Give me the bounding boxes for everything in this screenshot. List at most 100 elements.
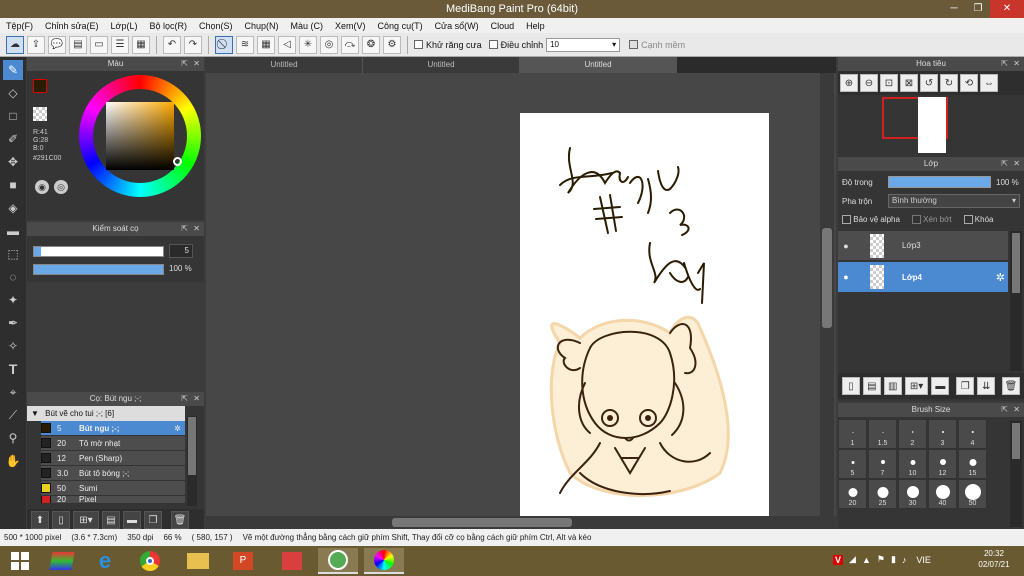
- rectangle-tool-icon[interactable]: □: [3, 106, 23, 126]
- close-icon[interactable]: ✕: [1013, 57, 1020, 71]
- ellipse-snap-icon[interactable]: ❂: [362, 35, 380, 54]
- select-pen-icon[interactable]: ✒: [3, 313, 23, 333]
- brush-item[interactable]: 5 Bút ngu ;-; ✲: [41, 421, 185, 436]
- select-eraser-icon[interactable]: ✧: [3, 336, 23, 356]
- layer-row-selected[interactable]: ● Lớp4 ✲: [838, 262, 1008, 292]
- clip-studio-icon[interactable]: [318, 548, 358, 574]
- magic-wand-icon[interactable]: ✦: [3, 290, 23, 310]
- menu-help[interactable]: Help: [526, 21, 545, 31]
- hand-tool-icon[interactable]: ✋: [3, 451, 23, 471]
- brush-size-cell[interactable]: 4: [958, 419, 987, 449]
- brush-item[interactable]: 50 Sumi: [41, 481, 185, 496]
- layer-opacity-slider[interactable]: [888, 176, 991, 188]
- brush-opacity-slider[interactable]: [33, 264, 164, 275]
- cloud-icon[interactable]: ☁: [6, 35, 24, 54]
- brush-size-cell[interactable]: 1.5: [868, 419, 897, 449]
- close-button[interactable]: ✕: [990, 0, 1024, 18]
- lasso-tool-icon[interactable]: ◌: [3, 267, 23, 287]
- brush-size-cell[interactable]: 2: [898, 419, 927, 449]
- transparent-color-swatch[interactable]: [33, 107, 47, 121]
- minimize-button[interactable]: ─: [941, 0, 967, 18]
- document-icon[interactable]: ▤: [102, 511, 120, 529]
- maximize-button[interactable]: ❐: [965, 0, 991, 18]
- file-explorer-icon[interactable]: [178, 548, 218, 574]
- close-icon[interactable]: ✕: [1013, 403, 1020, 417]
- language-indicator[interactable]: VIE: [916, 555, 931, 565]
- clipping-checkbox[interactable]: [911, 215, 921, 225]
- pen-tool-icon[interactable]: ✐: [3, 129, 23, 149]
- menu-snap[interactable]: Chụp(N): [245, 21, 279, 31]
- brush-size-cell[interactable]: 1: [838, 419, 867, 449]
- network-icon[interactable]: ▮: [891, 554, 896, 565]
- copy-icon[interactable]: ❐: [144, 511, 162, 529]
- brush-size-slider[interactable]: [33, 246, 164, 257]
- bucket-tool-icon[interactable]: ◈: [3, 198, 23, 218]
- brush-item[interactable]: 20 Pixel: [41, 496, 185, 504]
- add-layer-menu-icon[interactable]: ⊞▾: [904, 377, 929, 395]
- comment-icon[interactable]: 💬: [48, 35, 66, 54]
- brush-size-cell[interactable]: 12: [928, 449, 957, 479]
- brush-size-cell[interactable]: 3: [928, 419, 957, 449]
- undo-icon[interactable]: ↶: [163, 35, 181, 54]
- gear-icon[interactable]: ✲: [996, 271, 1005, 284]
- parallel-snap-icon[interactable]: ≋: [236, 35, 254, 54]
- horizontal-scrollbar[interactable]: [206, 516, 836, 529]
- eyedropper-tool-icon[interactable]: ⚲: [3, 428, 23, 448]
- undock-icon[interactable]: ⇱: [181, 57, 188, 71]
- protect-alpha-checkbox[interactable]: [842, 215, 851, 225]
- undock-icon[interactable]: ⇱: [1001, 403, 1008, 417]
- crisscross-snap-icon[interactable]: ▦: [257, 35, 275, 54]
- volume-icon[interactable]: ♪: [902, 555, 907, 565]
- menu-select[interactable]: Chọn(S): [199, 21, 233, 31]
- app-grid-icon[interactable]: [272, 548, 312, 574]
- menu-view[interactable]: Xem(V): [335, 21, 366, 31]
- close-icon[interactable]: ✕: [193, 392, 200, 406]
- duplicate-layer-icon[interactable]: ❐: [956, 377, 975, 395]
- close-icon[interactable]: ✕: [193, 57, 200, 71]
- tab-untitled-1[interactable]: Untitled: [206, 57, 363, 73]
- powerpoint-icon[interactable]: P: [223, 548, 263, 574]
- layer-row[interactable]: ● Lớp3: [838, 231, 1008, 261]
- undock-icon[interactable]: ⇱: [181, 222, 188, 236]
- brush-group-header[interactable]: ▼ Bút vẽ cho tui ;-; [6]: [27, 406, 185, 421]
- hue-marker[interactable]: [173, 157, 182, 166]
- menu-edit[interactable]: Chỉnh sửa(E): [45, 21, 99, 31]
- grid-icon[interactable]: ▦: [132, 35, 150, 54]
- drawing-canvas[interactable]: [520, 113, 769, 517]
- snap-off-icon[interactable]: ⃠: [215, 35, 233, 54]
- zoom-out-icon[interactable]: ⊖: [860, 74, 878, 92]
- brush-size-cell[interactable]: 25: [868, 479, 897, 509]
- close-icon[interactable]: ✕: [1013, 157, 1020, 171]
- menu-file[interactable]: Tệp(F): [6, 21, 33, 31]
- blend-mode-select[interactable]: Bình thường ▾: [888, 194, 1020, 208]
- undock-icon[interactable]: ⇱: [1001, 57, 1008, 71]
- reset-rotation-icon[interactable]: ⟲: [960, 74, 978, 92]
- settings-icon[interactable]: ⚙: [383, 35, 401, 54]
- upload-icon[interactable]: ⇪: [27, 35, 45, 54]
- brush-tool-icon[interactable]: ✎: [3, 60, 23, 80]
- new-page-icon[interactable]: ▯: [52, 511, 70, 529]
- brush-size-cell[interactable]: 10: [898, 449, 927, 479]
- vertical-scrollbar[interactable]: [820, 73, 834, 516]
- undock-icon[interactable]: ⇱: [1001, 157, 1008, 171]
- brush-size-cell[interactable]: 15: [958, 449, 987, 479]
- divide-tool-icon[interactable]: ⟋: [3, 405, 23, 425]
- zoom-in-icon[interactable]: ⊕: [840, 74, 858, 92]
- soft-edge-checkbox[interactable]: [629, 40, 639, 49]
- antialias-checkbox[interactable]: [414, 40, 423, 49]
- brush-size-cell[interactable]: 30: [898, 479, 927, 509]
- chrome-icon[interactable]: [130, 548, 170, 574]
- palette-icon[interactable]: ◉: [35, 180, 49, 194]
- layer-list-scrollbar[interactable]: [1010, 231, 1022, 371]
- brush-item[interactable]: 3.0 Bút tô bóng ;-;: [41, 466, 185, 481]
- operation-tool-icon[interactable]: ⌖: [3, 382, 23, 402]
- trash-icon[interactable]: 🗑: [171, 511, 189, 529]
- chat-icon[interactable]: ▤: [69, 35, 87, 54]
- tray-app-icon[interactable]: ◢: [849, 554, 856, 565]
- tab-untitled-3[interactable]: Untitled: [520, 57, 677, 73]
- flag-icon[interactable]: ⚑: [877, 554, 885, 565]
- bluestacks-icon[interactable]: [42, 548, 82, 574]
- eye-icon[interactable]: ●: [838, 241, 854, 251]
- medibang-icon[interactable]: [364, 548, 404, 574]
- saturation-value-square[interactable]: [106, 102, 174, 170]
